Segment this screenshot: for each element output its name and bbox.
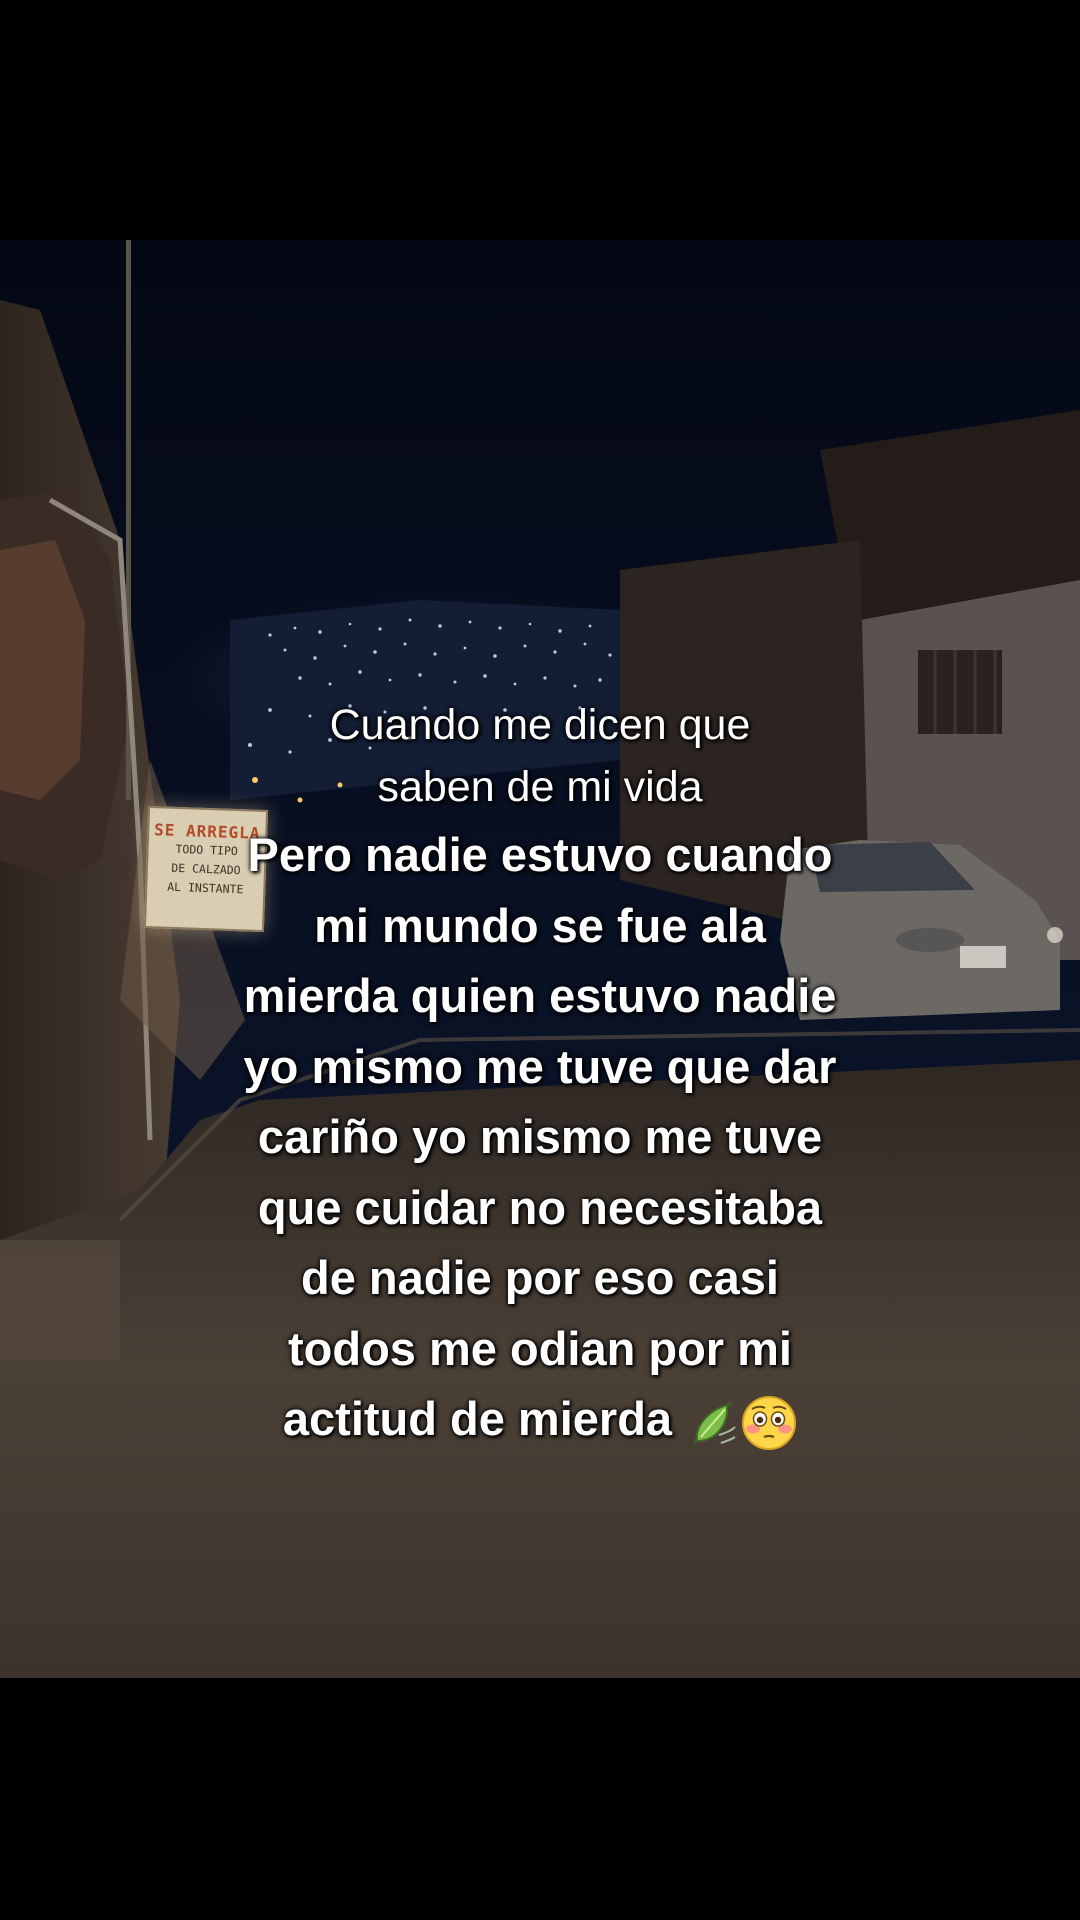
- caption-intro: Cuando me dicen que saben de mi vida: [160, 694, 920, 818]
- caption-body: Pero nadie estuvo cuando mi mundo se fue…: [160, 820, 920, 1455]
- caption-body-line: de nadie por eso casi: [300, 1251, 779, 1304]
- caption-intro-line: saben de mi vida: [377, 763, 703, 811]
- caption-body-line: que cuidar no necesitaba: [257, 1180, 823, 1234]
- bottom-letterbox: [0, 1678, 1080, 1920]
- caption-body-line: todos me odian por mi: [288, 1321, 792, 1375]
- caption-body-line: yo mismo me tuve que dar: [243, 1039, 837, 1093]
- caption-intro-line: Cuando me dicen que: [329, 701, 751, 749]
- flushed-face-icon: [742, 1395, 797, 1450]
- top-letterbox: [0, 0, 1080, 240]
- caption-body-line: mierda quien estuvo nadie: [243, 969, 837, 1022]
- caption-body-line: cariño yo mismo me tuve: [257, 1110, 823, 1163]
- caption-body-last-line: actitud de mierda: [160, 1384, 920, 1455]
- caption-body-line: Pero nadie estuvo cuando: [247, 828, 833, 881]
- caption-body-line: actitud de mierda: [282, 1392, 673, 1445]
- caption-body-line: mi mundo se fue ala: [314, 898, 766, 952]
- leaf-fluttering-in-wind-icon: [692, 1400, 736, 1445]
